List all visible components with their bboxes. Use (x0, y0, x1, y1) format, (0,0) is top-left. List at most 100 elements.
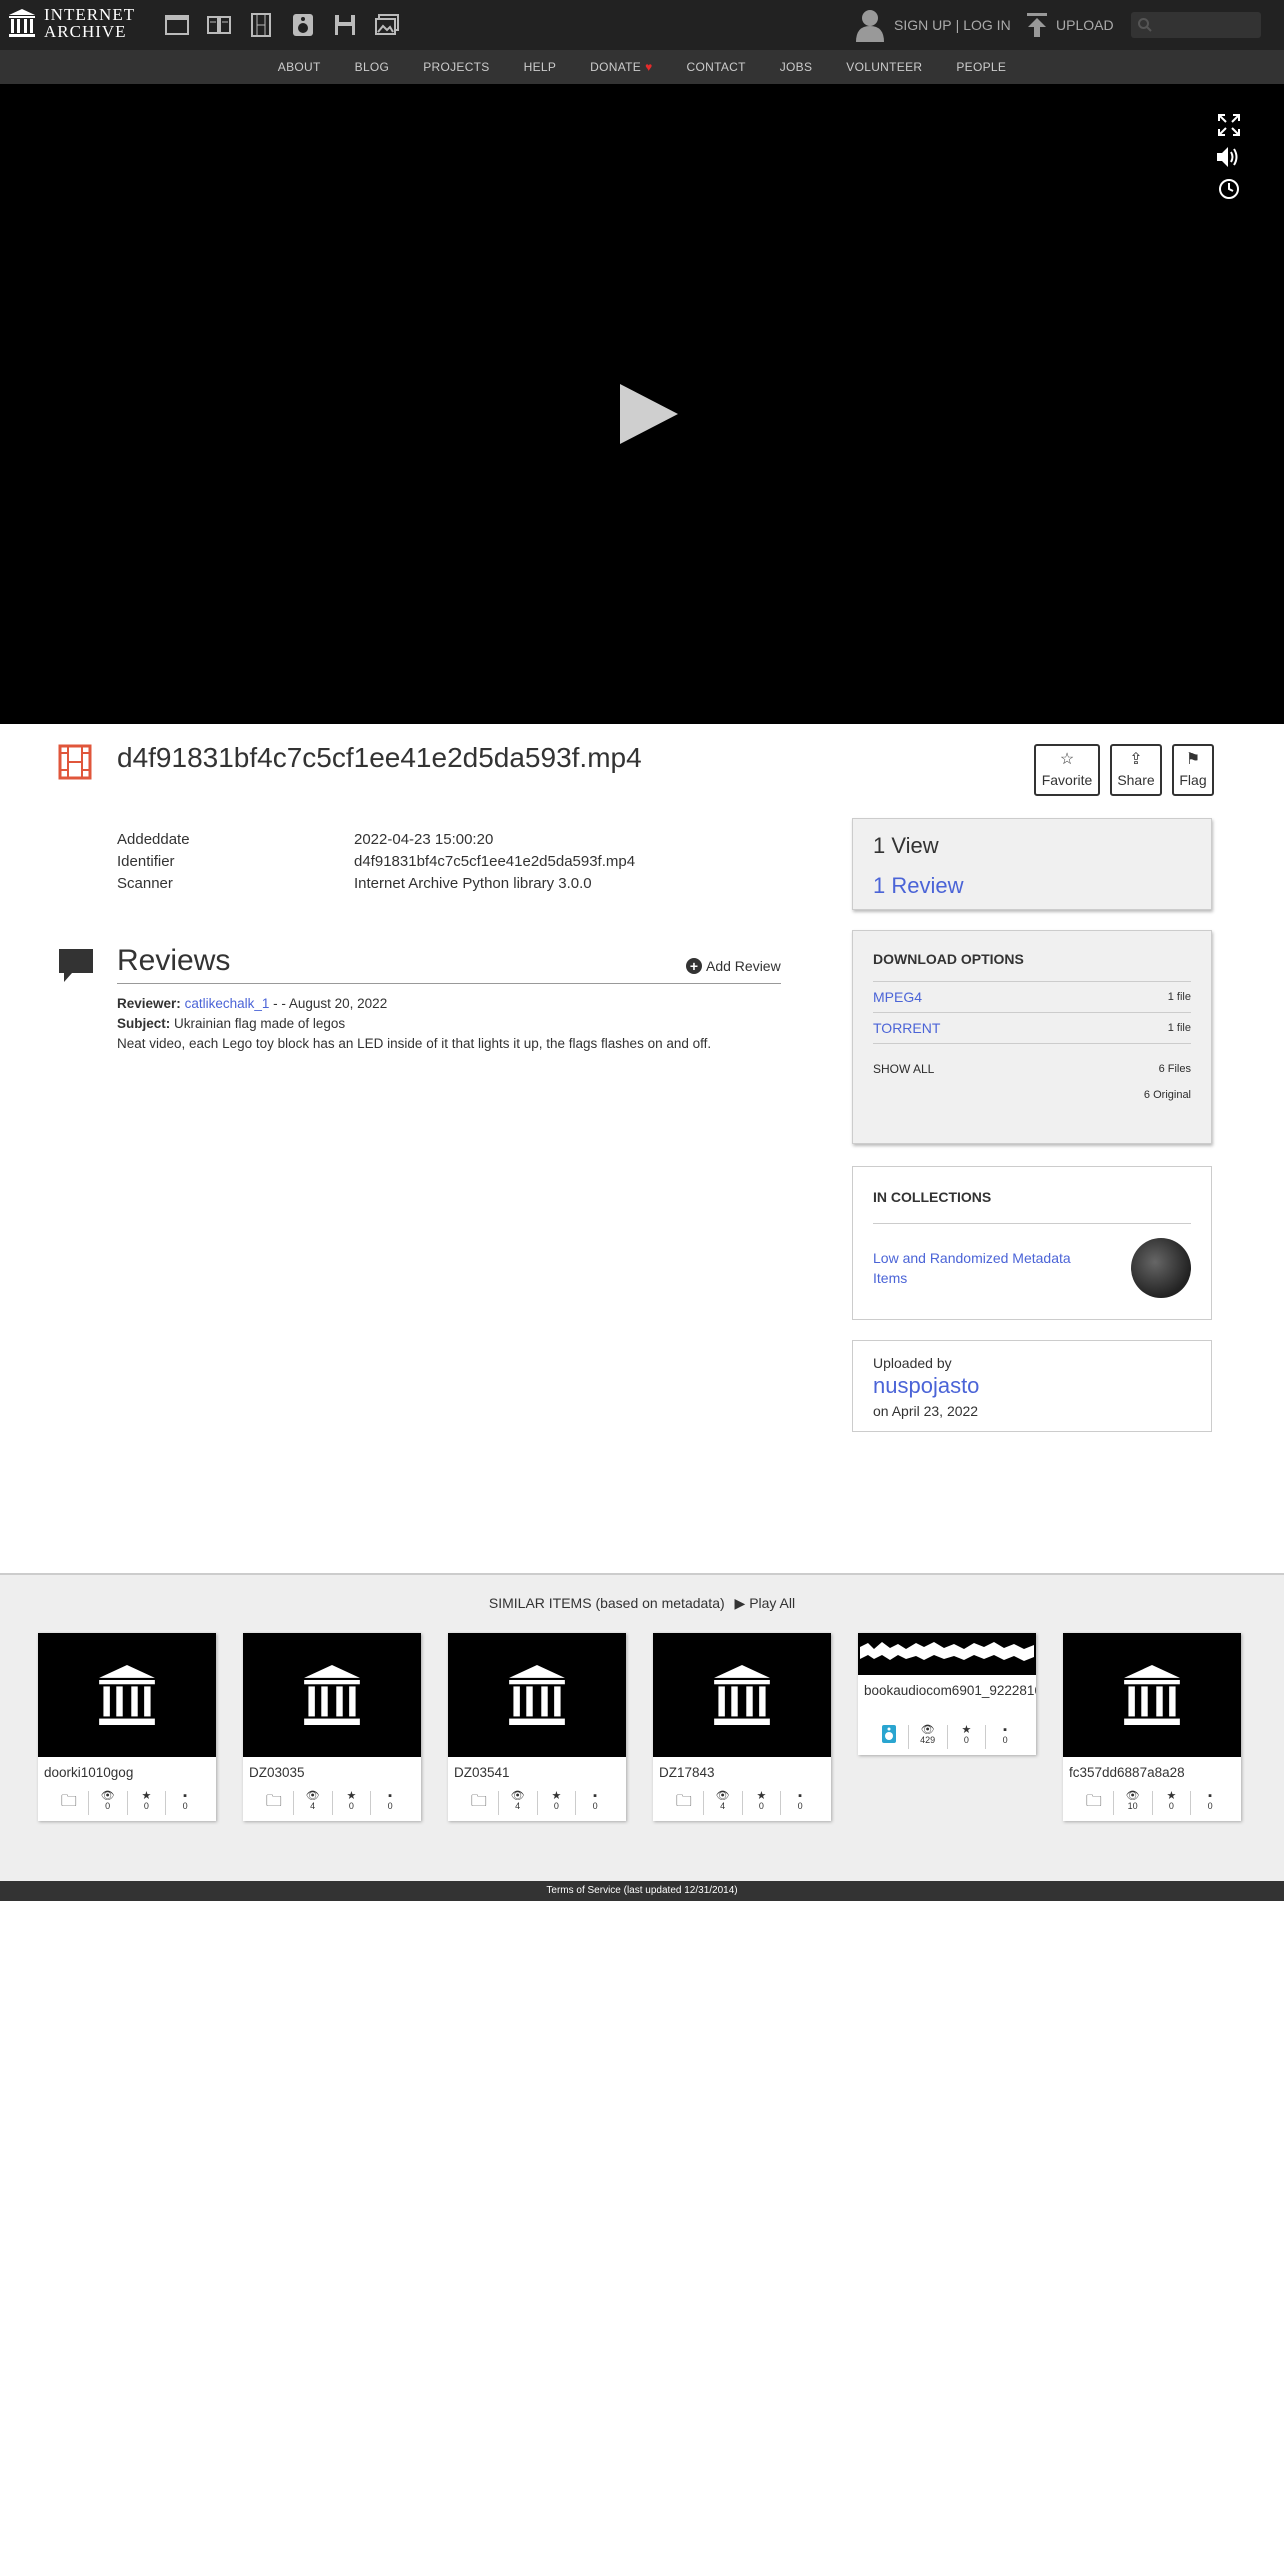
top-nav: INTERNET ARCHIVE SIGN UP | LOG IN UPLOAD (0, 0, 1284, 50)
play-all-label: Play All (749, 1595, 796, 1611)
media-type-icons (164, 12, 416, 38)
share-button[interactable]: ⇪ Share (1110, 744, 1162, 796)
nav-about[interactable]: ABOUT (278, 60, 321, 74)
subject-text: Ukrainian flag made of legos (174, 1016, 346, 1031)
similar-item-card[interactable]: fc357dd6887a8a28 🗀 👁 10 ★ 0 ▪ 0 (1063, 1633, 1241, 1821)
archive-building-icon (714, 1665, 770, 1725)
favorites-count: 0 (1168, 1801, 1174, 1811)
fullscreen-icon[interactable] (1216, 112, 1242, 138)
sign-up-link[interactable]: SIGN UP (894, 17, 952, 33)
nav-projects[interactable]: PROJECTS (423, 60, 489, 74)
file-count: 1 file (1167, 1022, 1191, 1034)
favorites-count: 0 (143, 1801, 149, 1811)
item-title[interactable]: fc357dd6887a8a28 (1063, 1757, 1241, 1789)
item-title[interactable]: doorki1010gog (38, 1757, 216, 1789)
nav-donate-label: DONATE (590, 60, 642, 74)
item-stats: 🗀 👁 10 ★ 0 ▪ 0 (1063, 1789, 1241, 1821)
reviews-count: 0 (387, 1801, 393, 1811)
add-review-button[interactable]: + Add Review (686, 958, 781, 974)
comment-icon: ▪ (1208, 1790, 1213, 1802)
upload-button[interactable]: UPLOAD (1026, 12, 1114, 38)
similar-item-card[interactable]: DZ03541 🗀 👁 4 ★ 0 ▪ 0 (448, 1633, 626, 1821)
comment-icon: ▪ (593, 1790, 598, 1802)
star-icon: ★ (961, 1724, 972, 1736)
nav-donate[interactable]: DONATE ♥ (590, 60, 652, 74)
nav-help[interactable]: HELP (524, 60, 557, 74)
nav-jobs[interactable]: JOBS (780, 60, 813, 74)
reviews-count: 0 (1207, 1801, 1213, 1811)
item-thumbnail[interactable] (38, 1633, 216, 1757)
item-thumbnail[interactable] (858, 1633, 1036, 1675)
archive-building-icon (304, 1665, 360, 1725)
eye-icon: 👁 (510, 1790, 525, 1802)
upload-icon (1027, 13, 1047, 37)
flag-button[interactable]: ⚑ Flag (1172, 744, 1214, 796)
reviewer-link[interactable]: catlikechalk_1 (185, 996, 270, 1011)
nav-contact[interactable]: CONTACT (687, 60, 746, 74)
play-icon[interactable] (618, 382, 680, 446)
metadata-table: Addeddate 2022-04-23 15:00:20 Identifier… (117, 828, 635, 894)
show-all-link[interactable]: SHOW ALL (873, 1062, 934, 1108)
item-thumbnail[interactable] (243, 1633, 421, 1757)
log-in-link[interactable]: LOG IN (963, 17, 1010, 33)
item-title[interactable]: bookaudiocom6901_92228167 (858, 1675, 1036, 1723)
similar-item-card[interactable]: DZ03035 🗀 👁 4 ★ 0 ▪ 0 (243, 1633, 421, 1821)
review-meta: Reviewer: catlikechalk_1 - - August 20, … (117, 994, 711, 1014)
search-input[interactable] (1131, 12, 1261, 38)
item-stats: 👁 429 ★ 0 ▪ 0 (858, 1723, 1036, 1755)
eye-icon: 👁 (715, 1790, 730, 1802)
item-thumbnail[interactable] (1063, 1633, 1241, 1757)
play-all-button[interactable]: ▶ Play All (735, 1595, 796, 1611)
download-format[interactable]: TORRENT (873, 1020, 940, 1036)
collection-link[interactable]: Low and Randomized Metadata Items (873, 1248, 1093, 1288)
images-icon[interactable] (374, 12, 400, 38)
item-title[interactable]: DZ03035 (243, 1757, 421, 1789)
collection-thumbnail[interactable] (1131, 1238, 1191, 1298)
item-thumbnail[interactable] (448, 1633, 626, 1757)
similar-item-card[interactable]: DZ17843 🗀 👁 4 ★ 0 ▪ 0 (653, 1633, 831, 1821)
comment-icon: ▪ (183, 1790, 188, 1802)
item-title[interactable]: DZ17843 (653, 1757, 831, 1789)
review-count-link[interactable]: 1 Review (873, 873, 1191, 899)
review-date: - - August 20, 2022 (273, 996, 388, 1011)
nav-volunteer[interactable]: VOLUNTEER (846, 60, 922, 74)
download-option[interactable]: MPEG4 1 file (873, 982, 1191, 1012)
nav-people[interactable]: PEOPLE (956, 60, 1006, 74)
eye-icon: 👁 (100, 1790, 115, 1802)
audio-icon[interactable] (290, 12, 316, 38)
item-title[interactable]: DZ03541 (448, 1757, 626, 1789)
speed-icon[interactable] (1216, 176, 1242, 202)
eye-icon: 👁 (305, 1790, 320, 1802)
web-icon[interactable] (164, 12, 190, 38)
item-actions: ☆ Favorite ⇪ Share ⚑ Flag (1034, 744, 1224, 796)
similar-item-card[interactable]: doorki1010gog 🗀 👁 0 ★ 0 ▪ 0 (38, 1633, 216, 1821)
user-icon[interactable] (854, 8, 886, 42)
show-all-row: SHOW ALL 6 Files 6 Original (873, 1062, 1191, 1108)
views-count: 429 (920, 1735, 936, 1745)
favorite-button[interactable]: ☆ Favorite (1034, 744, 1100, 796)
item-stats: 🗀 👁 0 ★ 0 ▪ 0 (38, 1789, 216, 1821)
collection-item[interactable]: Low and Randomized Metadata Items (873, 1238, 1191, 1298)
download-format[interactable]: MPEG4 (873, 989, 922, 1005)
texts-icon[interactable] (206, 12, 232, 38)
ia-logo[interactable]: INTERNET ARCHIVE (8, 6, 135, 40)
video-icon[interactable] (248, 12, 274, 38)
similar-item-card[interactable]: bookaudiocom6901_92228167 👁 429 ★ 0 ▪ 0 (858, 1633, 1036, 1755)
metadata-key: Scanner (117, 874, 173, 892)
collections-box: IN COLLECTIONS Low and Randomized Metada… (852, 1166, 1212, 1320)
views-stat: 👁 4 (497, 1790, 537, 1815)
review-subject: Subject: Ukrainian flag made of legos (117, 1014, 711, 1034)
similar-heading: SIMILAR ITEMS (based on metadata) (488, 1595, 725, 1611)
footer-terms-link[interactable]: Terms of Service (last updated 12/31/201… (0, 1881, 1284, 1901)
download-option[interactable]: TORRENT 1 file (873, 1013, 1191, 1043)
video-player[interactable] (0, 84, 1284, 724)
item-thumbnail[interactable] (653, 1633, 831, 1757)
uploader-link[interactable]: nuspojasto (873, 1373, 1191, 1399)
review: Reviewer: catlikechalk_1 - - August 20, … (117, 994, 711, 1054)
metadata-row: Identifier d4f91831bf4c7c5cf1ee41e2d5da5… (117, 850, 635, 872)
star-icon: ★ (141, 1790, 152, 1802)
logo-line-2: ARCHIVE (44, 22, 127, 41)
volume-icon[interactable] (1216, 144, 1242, 170)
nav-blog[interactable]: BLOG (355, 60, 390, 74)
software-icon[interactable] (332, 12, 358, 38)
